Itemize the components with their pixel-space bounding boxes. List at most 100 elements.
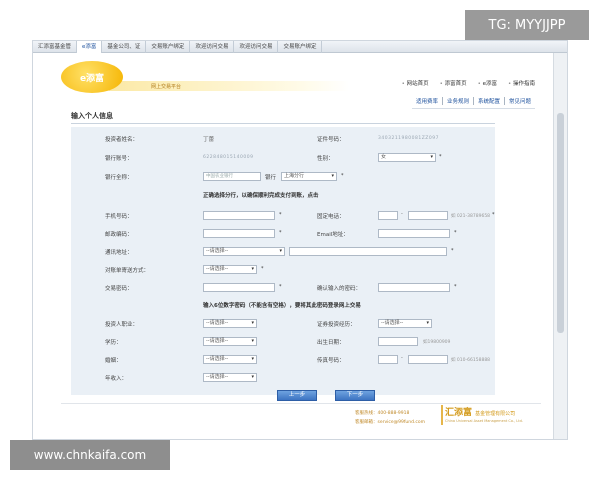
link-etianfu[interactable]: e添富 — [478, 79, 497, 87]
income-select[interactable]: --请选择-- ▾ — [203, 373, 257, 382]
income-select-value: --请选择-- — [206, 374, 229, 380]
education-label: 学历： — [105, 340, 122, 346]
phone-area-input[interactable] — [378, 211, 398, 220]
id-number-value: 3403211980081ZZ097 — [378, 136, 439, 141]
education-select-value: --请选择-- — [206, 338, 229, 344]
branch-label: 银行 — [265, 175, 277, 181]
address-province-select[interactable]: --请选择-- ▾ — [203, 247, 285, 256]
vertical-scrollbar[interactable] — [553, 53, 567, 439]
marital-select[interactable]: --请选择-- ▾ — [203, 355, 257, 364]
income-label: 年收入： — [105, 376, 128, 382]
marital-select-value: --请选择-- — [206, 356, 229, 362]
branch-notice: 正确选择分行，以确保顺利完成支付到账，点击 — [203, 193, 319, 199]
link-config[interactable]: 系统配置 — [472, 97, 504, 105]
phone-number-input[interactable] — [408, 211, 448, 220]
watermark-tg: TG: MYYJJPP — [465, 10, 589, 40]
footer-logo-bar — [441, 405, 443, 425]
tab-3[interactable]: 交易账户绑定 — [146, 41, 191, 53]
link-rules[interactable]: 业务规则 — [441, 97, 473, 105]
tab-5[interactable]: 欢迎访问交易 — [234, 41, 279, 53]
marital-label: 婚姻： — [105, 358, 122, 364]
address-detail-input[interactable] — [289, 247, 447, 256]
branch-select[interactable]: 上海分行 ▾ — [281, 172, 337, 181]
address-label: 通讯地址： — [105, 250, 133, 256]
chevron-down-icon: ▾ — [251, 266, 254, 272]
statement-select-value: --请选择-- — [206, 266, 229, 272]
confirm-password-input[interactable] — [378, 283, 450, 292]
postcode-input[interactable] — [203, 229, 275, 238]
postcode-label: 邮政编码： — [105, 232, 133, 238]
footer-logo: 汇添富 基金管理有限公司 — [445, 405, 515, 418]
statement-label: 对账单寄送方式： — [105, 268, 150, 274]
tab-4[interactable]: 欢迎访问交易 — [190, 41, 235, 53]
branch-value: 上海分行 — [284, 173, 305, 179]
confirm-password-label: 确认输入的密码： — [317, 286, 362, 292]
chevron-down-icon: ▾ — [430, 154, 433, 160]
link-tianfu-home[interactable]: 添富首页 — [440, 79, 467, 87]
required-star: * — [261, 266, 264, 272]
next-step-button[interactable]: 下一步 — [335, 390, 375, 401]
footer-logo-text: 汇添富 — [445, 408, 473, 418]
education-select[interactable]: --请选择-- ▾ — [203, 337, 257, 346]
tab-0[interactable]: 汇添富基金管 — [33, 41, 78, 53]
etianfu-logo: e添富 — [61, 61, 123, 93]
experience-select[interactable]: --请选择-- ▾ — [378, 319, 432, 328]
link-home[interactable]: 网站首页 — [402, 79, 429, 87]
chevron-down-icon: ▾ — [279, 248, 282, 254]
address-select-value: --请选择-- — [206, 248, 229, 254]
browser-window: 汇添富基金管 e添富 基金公司、证 交易账户绑定 欢迎访问交易 欢迎访问交易 交… — [32, 40, 568, 440]
tab-6[interactable]: 交易账户绑定 — [278, 41, 323, 53]
trade-password-label: 交易密码： — [105, 286, 133, 292]
email-label: Email地址： — [317, 232, 349, 238]
title-divider — [71, 123, 495, 124]
experience-select-value: --请选择-- — [381, 320, 404, 326]
link-guide[interactable]: 操作指南 — [508, 79, 535, 87]
investor-name-label: 投资者姓名： — [105, 137, 139, 143]
bank-name-input[interactable]: 中国农业银行 — [203, 172, 261, 181]
fax-area-input[interactable] — [378, 355, 398, 364]
link-faq[interactable]: 常见问题 — [503, 97, 535, 105]
phone-dash: - — [401, 211, 403, 217]
chevron-down-icon: ▾ — [331, 173, 334, 179]
chevron-down-icon: ▾ — [251, 356, 254, 362]
bank-name-label: 银行全称： — [105, 175, 133, 181]
tab-1[interactable]: e添富 — [77, 41, 103, 53]
password-notice: 输入6位数字密码（不能含有空格），要将其此密码登录网上交易 — [203, 303, 361, 309]
gender-value: 女 — [381, 154, 387, 160]
page-content: e添富 网上交易平台 网站首页 添富首页 e添富 操作指南 适用费率 业务规则 … — [33, 53, 555, 439]
mobile-label: 手机号码： — [105, 214, 133, 220]
required-star: * — [341, 173, 344, 179]
id-number-label: 证件号码： — [317, 137, 345, 143]
required-star: * — [451, 248, 454, 254]
chevron-down-icon: ▾ — [426, 320, 429, 326]
footer-hotline: 客服热线：400-888-9918 — [355, 411, 410, 416]
fax-dash: - — [401, 355, 403, 361]
trade-password-input[interactable] — [203, 283, 275, 292]
tab-bar: 汇添富基金管 e添富 基金公司、证 交易账户绑定 欢迎访问交易 欢迎访问交易 交… — [33, 41, 567, 53]
occupation-select[interactable]: --请选择-- ▾ — [203, 319, 257, 328]
footer-logo-en: China Universal Asset Management Co., Lt… — [445, 419, 523, 423]
chevron-down-icon: ▾ — [251, 338, 254, 344]
required-star: * — [279, 212, 282, 218]
personal-info-form: 输入个人信息 投资者姓名： 丁蕾 证件号码： 3403211980081ZZ09… — [71, 111, 495, 401]
prev-step-button[interactable]: 上一步 — [277, 390, 317, 401]
footer-email[interactable]: 客服邮箱：service@99fund.com — [355, 419, 425, 425]
link-fees[interactable]: 适用费率 — [412, 97, 442, 105]
mobile-input[interactable] — [203, 211, 275, 220]
bank-account-value: 622848015140009 — [203, 155, 254, 160]
email-input[interactable] — [378, 229, 450, 238]
required-star: * — [439, 154, 442, 160]
header: e添富 网上交易平台 网站首页 添富首页 e添富 操作指南 适用费率 业务规则 … — [61, 61, 541, 109]
occupation-label: 投资人职业： — [105, 322, 139, 328]
statement-select[interactable]: --请选择-- ▾ — [203, 265, 257, 274]
scroll-thumb[interactable] — [557, 113, 564, 333]
required-star: * — [279, 230, 282, 236]
tab-2[interactable]: 基金公司、证 — [102, 41, 147, 53]
birth-date-input[interactable] — [378, 337, 418, 346]
logo-band — [109, 81, 349, 91]
experience-label: 证券投资经历： — [317, 322, 356, 328]
chevron-down-icon: ▾ — [251, 374, 254, 380]
fax-number-input[interactable] — [408, 355, 448, 364]
watermark-site: www.chnkaifa.com — [10, 440, 170, 470]
gender-select[interactable]: 女 ▾ — [378, 153, 436, 162]
